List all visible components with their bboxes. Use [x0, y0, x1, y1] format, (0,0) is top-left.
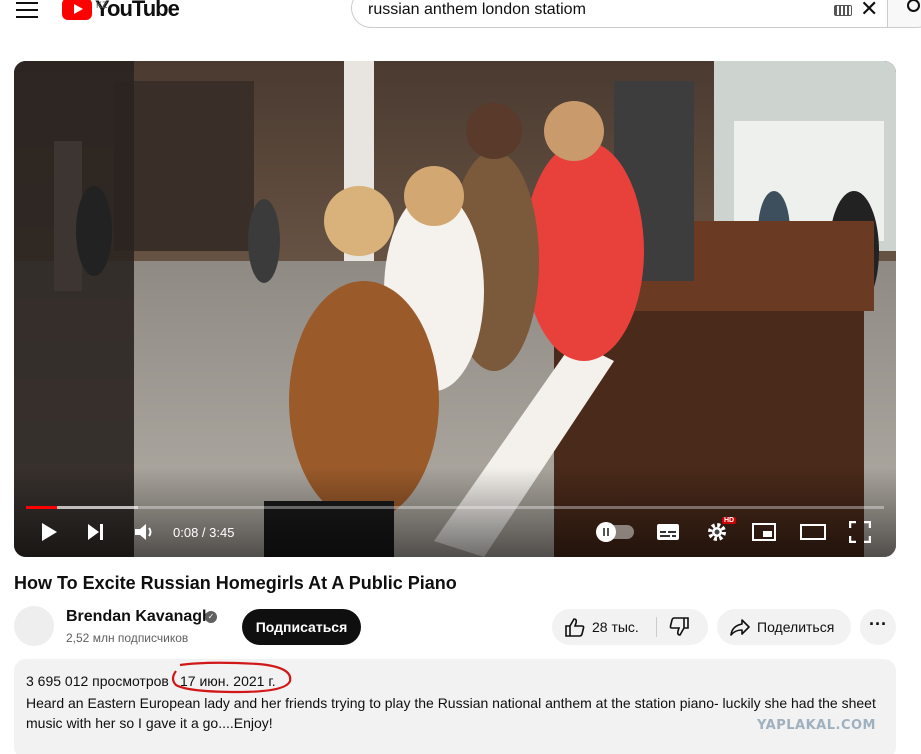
theater-mode-icon[interactable] [800, 523, 826, 541]
subscriber-count: 2,52 млн подписчиков [66, 631, 189, 645]
settings-gear-icon[interactable] [706, 521, 728, 543]
like-count[interactable]: 28 тыс. [592, 619, 639, 635]
channel-name[interactable]: Brendan Kavanagh [66, 608, 212, 626]
search-query[interactable]: russian anthem london statiom [368, 1, 586, 19]
youtube-logo[interactable]: YouTube [62, 0, 180, 22]
search-button[interactable] [887, 0, 921, 28]
share-label: Поделиться [757, 619, 835, 635]
keyboard-icon[interactable] [834, 5, 852, 16]
fullscreen-icon[interactable] [849, 521, 871, 543]
watermark: YAPLAKAL.COM [757, 718, 876, 733]
subtitles-icon[interactable] [656, 522, 680, 542]
clear-icon[interactable]: ✕ [860, 0, 878, 20]
subscribe-button[interactable]: Подписаться [242, 609, 361, 645]
play-icon[interactable] [40, 522, 58, 542]
more-icon: ··· [869, 614, 887, 634]
autoplay-toggle[interactable] [596, 522, 634, 542]
youtube-play-icon [62, 0, 92, 20]
controls-overlay [14, 467, 896, 557]
menu-icon[interactable] [16, 2, 38, 18]
miniplayer-icon[interactable] [752, 523, 776, 541]
description-box[interactable]: 3 695 012 просмотров 17 июн. 2021 г. Hea… [14, 659, 896, 754]
hd-badge: HD [722, 517, 737, 524]
volume-icon[interactable] [134, 522, 156, 542]
time-display: 0:08 / 3:45 [173, 525, 235, 540]
search-input[interactable]: russian anthem london statiom ✕ [351, 0, 887, 28]
like-dislike-group: 28 тыс. [552, 609, 708, 645]
share-button[interactable]: Поделиться [717, 609, 851, 645]
view-count: 3 695 012 просмотров [26, 673, 169, 689]
verified-icon: ✓ [205, 611, 217, 623]
search-icon [907, 0, 920, 12]
next-icon[interactable] [87, 523, 105, 541]
region-code: KZ [96, 0, 108, 10]
thumbs-down-icon[interactable] [668, 617, 690, 637]
more-actions-button[interactable]: ··· [860, 609, 896, 645]
like-divider [656, 617, 657, 637]
video-player[interactable]: 0:08 / 3:45 HD [14, 61, 896, 557]
progress-bar[interactable] [26, 506, 884, 509]
share-icon [730, 619, 750, 636]
channel-avatar[interactable] [14, 606, 54, 646]
autoplay-pause-icon [596, 522, 616, 542]
upload-date: 17 июн. 2021 г. [180, 673, 276, 689]
video-title: How To Excite Russian Homegirls At A Pub… [14, 573, 457, 593]
thumbs-up-icon[interactable] [564, 617, 586, 637]
progress-played [26, 506, 57, 509]
